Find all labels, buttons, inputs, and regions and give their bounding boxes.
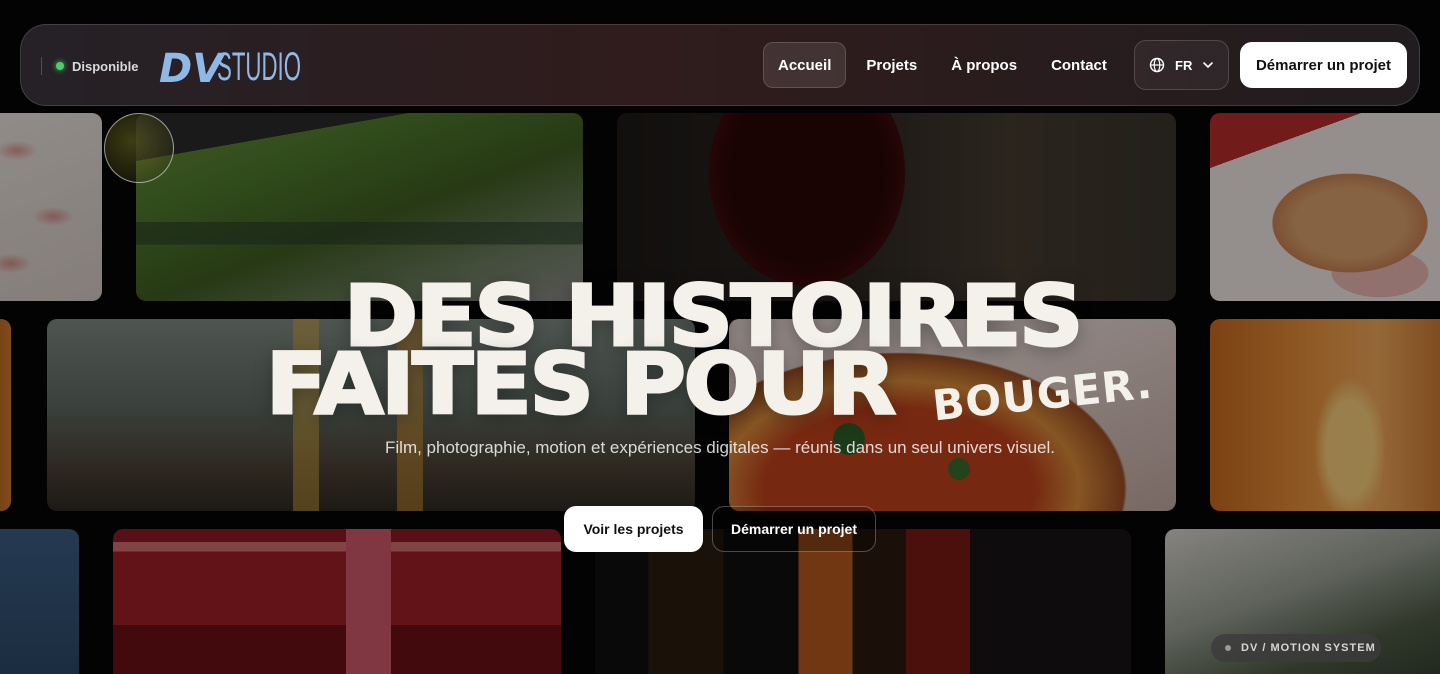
hero-start-project-button[interactable]: Démarrer un projet xyxy=(712,506,876,552)
nav-link-accueil[interactable]: Accueil xyxy=(763,42,847,88)
gallery-tile-bar xyxy=(47,319,695,511)
language-selector[interactable]: FR xyxy=(1134,40,1229,90)
nav-link-projets[interactable]: Projets xyxy=(852,42,931,88)
gallery-tile-pizza xyxy=(729,319,1176,511)
gallery-tile-red-beer xyxy=(113,529,561,674)
gallery-tile-paper xyxy=(0,113,102,301)
gallery-tile-park xyxy=(136,113,583,301)
navbar: Disponible DV STUDIO Accueil Projets À p… xyxy=(20,24,1420,106)
dv-studio-logo[interactable]: DV STUDIO xyxy=(159,42,304,88)
motion-system-badge: DV / MOTION SYSTEM xyxy=(1211,634,1381,662)
badge-dot-icon xyxy=(1225,645,1231,651)
start-project-button[interactable]: Démarrer un projet xyxy=(1240,42,1407,88)
gallery-tile-sky xyxy=(0,529,79,674)
language-code: FR xyxy=(1175,57,1193,73)
nav-link-a-propos[interactable]: À propos xyxy=(937,42,1031,88)
main-navigation: Accueil Projets À propos Contact xyxy=(763,42,1121,88)
view-projects-button[interactable]: Voir les projets xyxy=(564,506,703,552)
gallery-tile-sandwich xyxy=(1210,113,1440,301)
nav-link-contact[interactable]: Contact xyxy=(1037,42,1121,88)
availability-status: Disponible xyxy=(41,57,138,75)
status-label: Disponible xyxy=(72,58,139,74)
chevron-down-icon xyxy=(1203,62,1214,68)
globe-icon xyxy=(1149,57,1165,73)
gallery-tile-beer xyxy=(1210,319,1440,511)
logo-word: STUDIO xyxy=(217,45,301,88)
status-dot-icon xyxy=(56,62,64,70)
gallery-tile-wine-glass xyxy=(617,113,1176,301)
badge-label: DV / MOTION SYSTEM xyxy=(1241,642,1376,654)
hero-subtitle: Film, photographie, motion et expérience… xyxy=(385,438,1055,457)
gallery-tile-edge xyxy=(0,319,11,511)
cursor-ring xyxy=(104,113,174,183)
